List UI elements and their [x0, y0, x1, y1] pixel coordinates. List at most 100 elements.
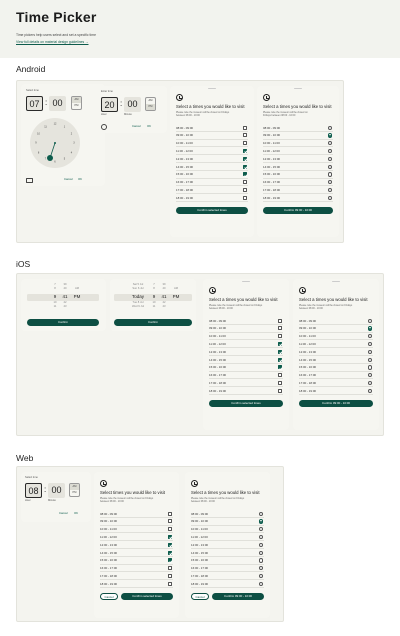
wheel-item[interactable]: 39	[163, 283, 166, 286]
slot-checkbox[interactable]	[243, 172, 247, 177]
web-ampm-toggle[interactable]: AM PM	[69, 483, 80, 497]
wheel-item[interactable]: 9	[153, 294, 156, 299]
slot-radio[interactable]	[327, 156, 332, 162]
web-ok-button[interactable]: OK	[74, 511, 78, 515]
time-slot-row[interactable]: 09:00 - 10:00	[176, 132, 248, 140]
time-slot-row[interactable]: 08:00 - 09:00	[100, 510, 173, 518]
slot-checkbox[interactable]	[243, 149, 247, 154]
slot-checkbox[interactable]	[168, 566, 172, 571]
slot-checkbox[interactable]	[168, 581, 172, 586]
time-slot-row[interactable]: 17:00 - 18:00	[209, 379, 283, 388]
time-slot-row[interactable]: 11:00 - 12:00	[299, 340, 373, 349]
time-slot-row[interactable]: 09:00 - 10:00	[100, 518, 173, 526]
guidelines-link[interactable]: View full details on material design gui…	[16, 40, 89, 44]
wheel-item[interactable]: AM	[75, 287, 79, 290]
time-slot-row[interactable]: 15:00 - 16:00	[191, 557, 264, 565]
wheel-item[interactable]: PM	[74, 294, 81, 299]
slot-radio[interactable]	[367, 334, 372, 339]
sheet-grabber[interactable]	[208, 88, 216, 89]
wheel-item[interactable]: 9	[54, 294, 57, 299]
time-slot-row[interactable]: 15:00 - 16:00	[263, 171, 333, 179]
ios-confirm-button-2[interactable]: Confirm	[114, 319, 192, 326]
sheet-confirm-button[interactable]: Confirm 09:00 - 10:00	[299, 400, 373, 407]
time-slot-row[interactable]: 14:00 - 15:00	[263, 163, 333, 171]
slot-radio[interactable]	[258, 550, 263, 555]
dialog-confirm-button[interactable]: Confirm selected times	[121, 593, 173, 600]
time-slot-row[interactable]: 08:00 - 09:00	[209, 317, 283, 325]
time-slot-row[interactable]: 12:00 - 13:00	[191, 541, 264, 549]
slot-radio[interactable]	[367, 373, 372, 378]
slot-radio[interactable]	[258, 581, 263, 587]
sheet-confirm-button[interactable]: Confirm selected times	[176, 207, 248, 214]
wheel-item[interactable]: 43	[163, 305, 166, 308]
time-slot-row[interactable]: 15:00 - 16:00	[209, 364, 283, 372]
wheel-item[interactable]: AM	[174, 287, 178, 290]
enter-ok-button[interactable]: OK	[147, 124, 151, 128]
hour-field[interactable]: 07	[26, 96, 43, 111]
slot-checkbox[interactable]	[168, 574, 172, 579]
wheel-item[interactable]: 8	[54, 287, 56, 290]
time-slot-row[interactable]: 18:00 - 19:00	[100, 580, 173, 588]
ok-button[interactable]: OK	[78, 177, 82, 181]
slot-checkbox[interactable]	[243, 141, 247, 146]
time-slot-row[interactable]: 14:00 - 15:00	[100, 549, 173, 557]
time-slot-row[interactable]: 16:00 - 17:00	[191, 565, 264, 573]
slot-radio[interactable]	[258, 566, 263, 571]
slot-radio[interactable]	[367, 349, 372, 355]
slot-checkbox[interactable]	[278, 373, 282, 378]
dialog-cancel-button[interactable]: Cancel	[100, 593, 118, 600]
slot-checkbox[interactable]	[243, 125, 247, 130]
slot-radio[interactable]	[327, 164, 332, 169]
time-slot-row[interactable]: 12:00 - 13:00	[209, 348, 283, 356]
time-slot-row[interactable]: 09:00 - 10:00	[209, 325, 283, 333]
time-slot-row[interactable]: 09:00 - 10:00	[191, 518, 264, 526]
enter-minute-field[interactable]: 00	[124, 97, 141, 112]
slot-radio[interactable]	[258, 519, 263, 524]
wheel-item[interactable]: 40	[163, 287, 166, 290]
slot-checkbox[interactable]	[168, 511, 172, 516]
time-slot-row[interactable]: 10:00 - 11:00	[299, 333, 373, 341]
enter-hour-field[interactable]: 20	[101, 97, 118, 112]
slot-radio[interactable]	[258, 558, 263, 563]
web-pm-option[interactable]: PM	[70, 490, 79, 496]
wheel-item[interactable]: PM	[173, 294, 180, 299]
wheel-item[interactable]: 10	[153, 301, 156, 304]
slot-radio[interactable]	[258, 535, 263, 540]
time-slot-row[interactable]: 08:00 - 09:00	[299, 317, 373, 325]
wheel-item[interactable]: 42	[64, 301, 67, 304]
slot-checkbox[interactable]	[278, 381, 282, 386]
slot-checkbox[interactable]	[278, 365, 282, 370]
wheel-item[interactable]: Sun 6 Jul	[132, 287, 143, 290]
sheet-grabber[interactable]	[242, 281, 250, 282]
ampm-toggle[interactable]: AM PM	[71, 96, 82, 110]
dialog-confirm-button[interactable]: Confirm 09:00 - 10:00	[212, 593, 264, 600]
wheel-item[interactable]: 8	[153, 287, 155, 290]
keyboard-icon[interactable]	[26, 178, 33, 183]
slot-checkbox[interactable]	[243, 180, 247, 185]
time-slot-row[interactable]: 18:00 - 19:00	[263, 194, 333, 202]
slot-radio[interactable]	[327, 133, 332, 138]
web-hour-field[interactable]: 08	[25, 483, 42, 498]
slot-radio[interactable]	[367, 381, 372, 386]
web-cancel-button[interactable]: Cancel	[59, 511, 68, 515]
time-slot-row[interactable]: 16:00 - 17:00	[263, 179, 333, 187]
wheel-item[interactable]: 39	[64, 283, 67, 286]
slot-checkbox[interactable]	[243, 195, 247, 200]
time-slot-row[interactable]: 09:00 - 10:00	[263, 132, 333, 140]
slot-checkbox[interactable]	[243, 156, 247, 161]
slot-radio[interactable]	[327, 172, 332, 177]
time-slot-row[interactable]: 12:00 - 13:00	[299, 348, 373, 356]
wheel-item[interactable]: 7	[54, 283, 56, 286]
time-slot-row[interactable]: 17:00 - 18:00	[100, 572, 173, 581]
time-slot-row[interactable]: 12:00 - 13:00	[176, 155, 248, 163]
sheet-confirm-button[interactable]: Confirm 09:00 - 10:00	[263, 207, 333, 214]
slot-radio[interactable]	[327, 125, 332, 130]
time-slot-row[interactable]: 17:00 - 18:00	[299, 379, 373, 388]
time-slot-row[interactable]: 16:00 - 17:00	[100, 565, 173, 573]
wheel-item[interactable]: 41	[161, 294, 166, 299]
wheel-item[interactable]: 40	[64, 287, 67, 290]
slot-checkbox[interactable]	[168, 527, 172, 532]
time-slot-row[interactable]: 08:00 - 09:00	[176, 124, 248, 132]
slot-radio[interactable]	[258, 574, 263, 579]
time-slot-row[interactable]: 08:00 - 09:00	[263, 124, 333, 132]
